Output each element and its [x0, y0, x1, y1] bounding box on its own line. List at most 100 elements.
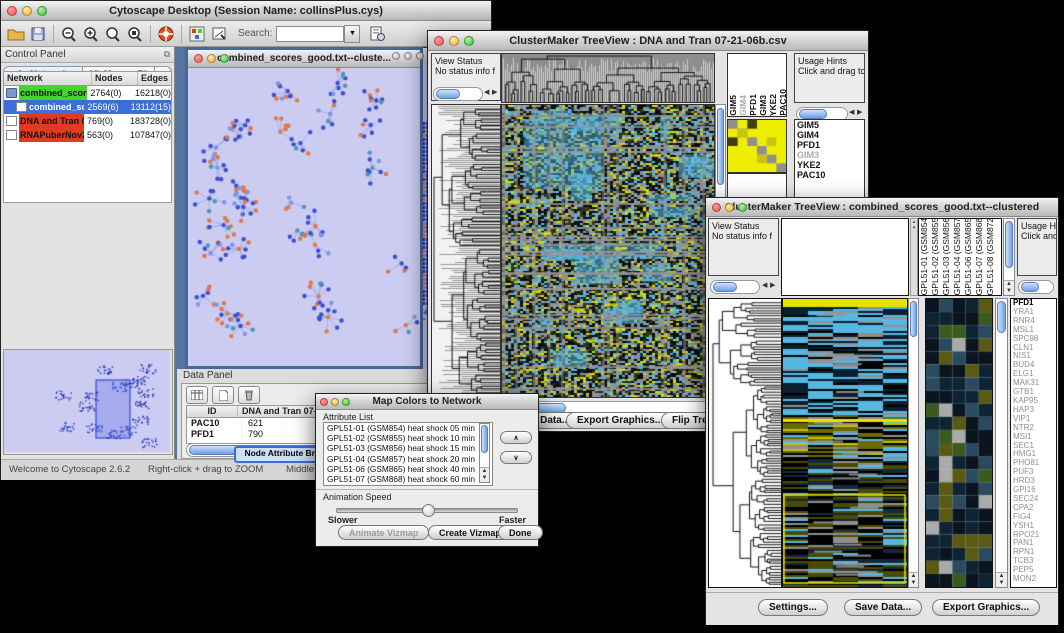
zoom-button[interactable] — [416, 52, 424, 60]
zoom-button[interactable] — [464, 36, 474, 46]
close-button[interactable] — [320, 398, 328, 406]
network-table-row[interactable]: combined_scores2764(0)16218(0) — [4, 86, 171, 100]
scroll-right-arrow[interactable]: ▶ — [857, 108, 862, 116]
scroll-right-arrow[interactable]: ▶ — [770, 281, 775, 289]
gene-label[interactable]: GIM5 — [795, 120, 864, 130]
scroll-right-arrow[interactable]: ▶ — [492, 88, 497, 96]
treeview-combined-titlebar[interactable]: ClusterMaker TreeView : combined_scores_… — [706, 198, 1058, 217]
column-label[interactable]: GIM3 — [758, 95, 768, 116]
zoom-button[interactable] — [220, 54, 229, 63]
zoom-heatmap[interactable] — [925, 298, 993, 588]
column-splitter[interactable]: ▴▾ — [910, 218, 918, 296]
done-button[interactable]: Done — [498, 525, 543, 540]
minimize-button[interactable] — [331, 398, 339, 406]
save-data-button[interactable]: Save Data... — [844, 599, 922, 616]
column-labels-vscrollbar[interactable]: ▲▼ — [1003, 218, 1015, 296]
attribute-item[interactable]: GPL51-07 (GSM868) heat shock 60 min — [324, 474, 492, 484]
row-dendrogram[interactable] — [431, 104, 501, 398]
attribute-item[interactable]: GPL51-01 (GSM854) heat shock 05 min — [324, 423, 492, 433]
search-input[interactable] — [276, 26, 344, 42]
scrollbar-arrows[interactable]: ▲▼ — [909, 572, 918, 587]
dialog-titlebar[interactable]: Map Colors to Network — [316, 394, 538, 410]
column-label[interactable]: GPL51-04 (GSM857) — [952, 218, 963, 295]
zoom-selected-icon[interactable] — [124, 24, 146, 44]
column-label[interactable]: GPL51-08 (GSM872) — [985, 218, 996, 295]
delete-attribute-icon[interactable] — [238, 386, 260, 404]
gene-list-panel[interactable]: PFD1YRA1RNR4MSL1SPC98CLN1NIS1BUD4ELG1MAK… — [1010, 298, 1057, 588]
move-down-button[interactable]: ∨ — [500, 451, 532, 464]
zoom-out-icon[interactable] — [58, 24, 80, 44]
close-button[interactable] — [194, 54, 203, 63]
column-label[interactable]: GIM4 — [738, 95, 748, 116]
animate-vizmap-button[interactable]: Animate Vizmap — [338, 525, 429, 540]
column-label[interactable]: PFD1 — [748, 94, 758, 116]
usage-hints-scrollbar[interactable] — [1018, 280, 1054, 294]
network-overview-canvas[interactable] — [4, 350, 170, 452]
new-attribute-icon[interactable] — [212, 386, 234, 404]
scrollbar-arrows[interactable]: ▲▼ — [480, 467, 489, 482]
col-header-nodes[interactable]: Nodes — [92, 72, 138, 85]
export-graphics-button[interactable]: Export Graphics... — [566, 412, 674, 429]
move-up-button[interactable]: ∧ — [500, 431, 532, 444]
attribute-item[interactable]: GPL51-02 (GSM855) heat shock 10 min — [324, 433, 492, 443]
annotation-icon[interactable] — [208, 24, 230, 44]
zoom-in-icon[interactable] — [80, 24, 102, 44]
close-button[interactable] — [712, 203, 721, 212]
minimize-button[interactable] — [725, 203, 734, 212]
settings-button[interactable]: Settings... — [758, 599, 828, 616]
scrollbar-arrows[interactable]: ▲▼ — [1004, 280, 1014, 295]
attribute-list[interactable]: GPL51-01 (GSM854) heat shock 05 minGPL51… — [323, 422, 493, 486]
close-button[interactable] — [434, 36, 444, 46]
data-col-id[interactable]: ID — [187, 406, 238, 417]
search-options-icon[interactable] — [366, 24, 388, 44]
zoom-button[interactable] — [738, 203, 747, 212]
open-file-icon[interactable] — [5, 24, 27, 44]
heatmap[interactable] — [501, 104, 715, 398]
network-table-row[interactable]: combined_sco2569(6)13112(15) — [4, 100, 171, 114]
export-graphics-button[interactable]: Export Graphics... — [932, 599, 1040, 616]
column-label[interactable]: GIM5 — [728, 95, 738, 116]
gene-label[interactable]: GIM3 — [795, 150, 864, 160]
scroll-left-arrow[interactable]: ◀ — [762, 281, 767, 289]
mini-heatmap[interactable] — [727, 119, 787, 173]
attribute-list-vscrollbar[interactable]: ▲▼ — [479, 423, 490, 483]
gene-label[interactable]: YKE2 — [795, 160, 864, 170]
zoom-fit-icon[interactable] — [102, 24, 124, 44]
gene-label[interactable]: PFD1 — [795, 140, 864, 150]
column-label[interactable]: GPL51-07 (GSM868) — [974, 218, 985, 295]
heatmap[interactable] — [782, 298, 908, 588]
col-header-network[interactable]: Network — [4, 72, 92, 85]
attribute-item[interactable]: GPL51-03 (GSM856) heat shock 15 min — [324, 443, 492, 453]
minimize-button[interactable] — [22, 6, 32, 16]
search-dropdown-button[interactable]: ▼ — [344, 25, 360, 43]
animation-slider-track[interactable] — [336, 508, 518, 513]
help-lifering-icon[interactable] — [155, 24, 177, 44]
network-window-combined[interactable]: combined_scores_good.txt--cluste... — [185, 47, 423, 369]
close-button[interactable] — [7, 6, 17, 16]
network-table-row[interactable]: RNAPuberNov2+563(0)107847(0) — [4, 128, 171, 142]
column-label[interactable]: PAC10 — [778, 89, 787, 116]
gene-label[interactable]: PAC10 — [795, 170, 864, 180]
close-button[interactable] — [392, 52, 400, 60]
column-label[interactable]: YKE2 — [768, 94, 778, 116]
column-label[interactable]: GPL51-02 (GSM855) — [930, 218, 941, 295]
zoom-button[interactable] — [342, 398, 350, 406]
network-canvas-combined[interactable] — [188, 68, 420, 353]
save-icon[interactable] — [27, 24, 49, 44]
zoom-heatmap-vscrollbar[interactable]: ▲▼ — [995, 298, 1008, 588]
scrollbar-arrows[interactable]: ▲▼ — [996, 572, 1007, 587]
column-dendrogram[interactable] — [781, 218, 909, 296]
attribute-item[interactable]: GPL51-06 (GSM865) heat shock 40 min — [324, 464, 492, 474]
column-label[interactable]: GPL51-06 (GSM865) — [963, 218, 974, 295]
scroll-left-arrow[interactable]: ◀ — [849, 108, 854, 116]
treeview-dna-titlebar[interactable]: ClusterMaker TreeView : DNA and Tran 07-… — [428, 31, 868, 51]
minimize-button[interactable] — [404, 52, 412, 60]
gene-label[interactable]: GIM4 — [795, 130, 864, 140]
column-label[interactable]: GPL51-03 (GSM856) — [941, 218, 952, 295]
view-status-scrollbar[interactable] — [433, 87, 483, 101]
column-dendrogram[interactable] — [501, 53, 715, 103]
gene-label[interactable]: MON2 — [1011, 575, 1056, 584]
network-table-row[interactable]: DNA and Tran 07769(0)183728(0) — [4, 114, 171, 128]
column-label[interactable]: GPL51-01 (GSM854) — [919, 218, 930, 295]
view-status-scrollbar[interactable] — [710, 280, 760, 294]
